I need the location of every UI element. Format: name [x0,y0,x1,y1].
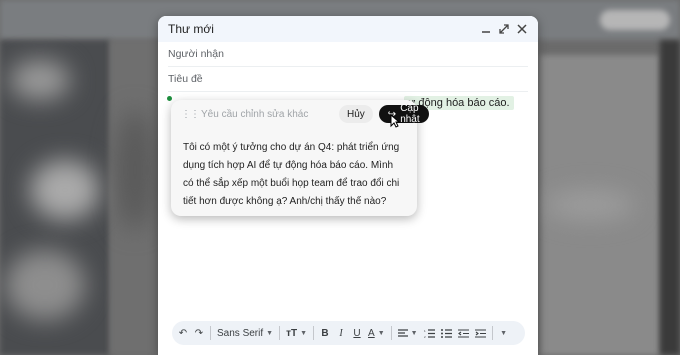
undo-icon[interactable]: ↶ [178,328,188,339]
recipient-field[interactable]: Người nhận [168,42,528,67]
chevron-down-icon: ▼ [300,329,308,337]
close-icon[interactable] [516,23,528,35]
divider [313,326,315,340]
subject-field[interactable]: Tiêu đề [168,67,528,92]
chevron-down-icon: ▼ [410,329,418,337]
bold-icon[interactable]: B [320,328,330,339]
more-options-icon[interactable]: ▼ [499,330,509,337]
font-family-label: Sans Serif [217,327,264,339]
formatting-toolbar: ↶ ↷ Sans Serif ▼ тT ▼ B I U A ▼ ▼ 12 ▼ [172,321,525,345]
refine-prompt-input[interactable] [201,108,333,120]
svg-text:1: 1 [424,329,426,333]
compose-title: Thư mới [168,22,214,36]
divider [210,326,211,340]
compose-header: Thư mới [158,16,538,42]
text-size-icon[interactable]: тT ▼ [286,328,307,339]
italic-icon[interactable]: I [336,328,346,339]
update-button[interactable]: ↪ Cập nhật [378,103,429,125]
redo-icon[interactable]: ↷ [194,328,204,339]
update-button-label: Cập nhật [400,103,420,125]
divider [279,326,281,340]
divider [390,326,392,340]
bullet-list-icon[interactable] [440,328,452,338]
font-family-select[interactable]: Sans Serif ▼ [217,328,273,339]
text-color-icon[interactable]: A ▼ [368,328,385,339]
divider [491,326,493,340]
chevron-down-icon: ▼ [377,329,385,337]
align-icon[interactable]: ▼ [397,328,418,338]
subject-placeholder: Tiêu đề [168,73,203,85]
ai-rewrite-popup: ⋮⋮ Hủy ↪ Cập nhật Tôi có một ý tưởng cho… [171,100,429,216]
drag-handle-icon[interactable]: ⋮⋮ [181,109,200,120]
svg-text:2: 2 [424,335,426,338]
minimize-icon[interactable] [480,23,492,35]
ai-suggestion-text: Tôi có một ý tưởng cho dự án Q4: phát tr… [183,142,400,207]
indent-less-icon[interactable] [457,328,469,338]
recipient-placeholder: Người nhận [168,48,224,60]
underline-icon[interactable]: U [352,328,362,339]
indent-more-icon[interactable] [474,328,486,338]
expand-icon[interactable] [498,23,510,35]
ai-prompt-bar: ⋮⋮ Hủy ↪ Cập nhật [171,100,429,128]
cancel-button[interactable]: Hủy [339,105,373,123]
mouse-pointer-icon [390,113,401,131]
chevron-down-icon: ▼ [266,329,274,337]
numbered-list-icon[interactable]: 12 [424,329,435,338]
